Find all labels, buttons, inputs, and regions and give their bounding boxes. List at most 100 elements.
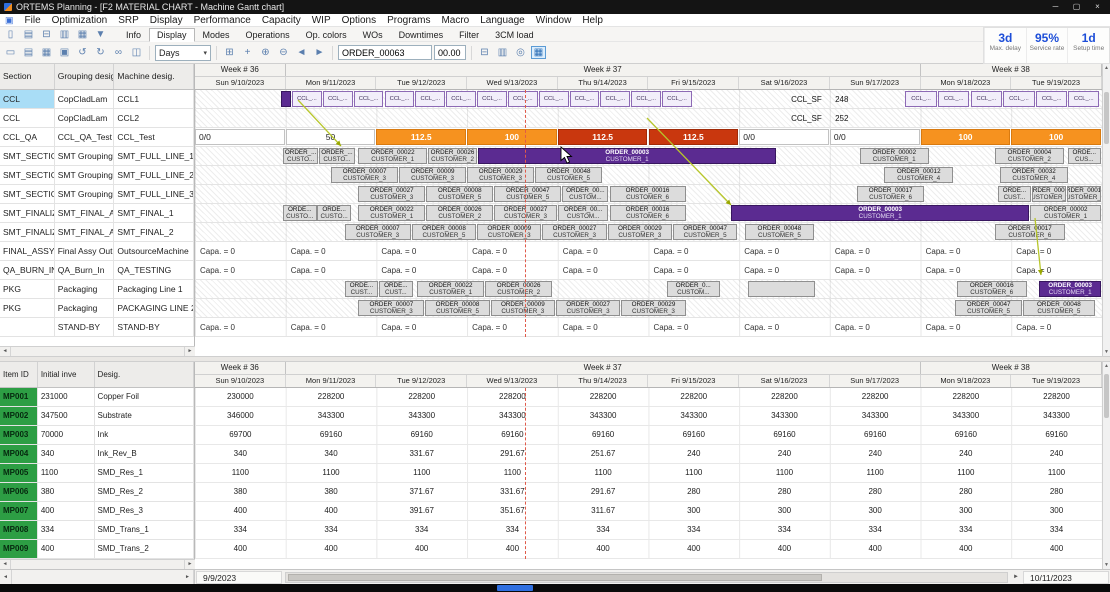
inventory-row[interactable]: MP00370000Ink bbox=[0, 426, 194, 445]
inventory-table-hscrollbar[interactable]: ◄ ► bbox=[0, 559, 195, 569]
order-bar[interactable]: ORDER_00022CUSTOMER_1 bbox=[358, 148, 427, 164]
order-bar[interactable]: ORDER_00008CUSTOMER_5 bbox=[426, 186, 493, 202]
order-bar[interactable]: ORDER_00016CUSTOMER_6 bbox=[957, 281, 1027, 297]
order-bar[interactable]: CCL_... bbox=[415, 91, 445, 107]
scroll-up-icon[interactable]: ▲ bbox=[1103, 64, 1110, 72]
column-header-section[interactable]: Section bbox=[0, 64, 55, 89]
order-bar[interactable]: ORDER_00007CUSTOMER_3 bbox=[358, 300, 424, 316]
order-bar[interactable]: CCL_... bbox=[1036, 91, 1068, 107]
order-bar[interactable]: ORDER_00017CUSTOMER_6 bbox=[857, 186, 924, 202]
order-bar[interactable]: ORDER_00029CUSTOMER_3 bbox=[467, 167, 534, 183]
menu-item-display[interactable]: Display bbox=[150, 15, 183, 26]
order-bar[interactable]: ORDER_00032CUSTOMER_4 bbox=[1000, 167, 1069, 183]
order-bar[interactable]: ORDER_00022CUSTOMER_1 bbox=[358, 205, 425, 221]
order-bar-selected[interactable]: ORDER_00003CUSTOMER_1 bbox=[478, 148, 776, 164]
menu-item-wip[interactable]: WIP bbox=[312, 15, 331, 26]
prev-order-icon[interactable]: ◄ bbox=[294, 46, 309, 59]
undo-icon[interactable]: ↺ bbox=[75, 46, 90, 59]
zoom-out-icon[interactable]: ⊖ bbox=[276, 46, 291, 59]
order-bar[interactable]: CCL_SF 248 bbox=[789, 91, 888, 107]
capacity-cell[interactable]: 100 bbox=[467, 129, 557, 145]
scroll-up-icon[interactable]: ▲ bbox=[1103, 362, 1110, 370]
tab-operations[interactable]: Operations bbox=[238, 28, 298, 42]
menu-item-optimization[interactable]: Optimization bbox=[52, 15, 108, 26]
tab-op-colors[interactable]: Op. colors bbox=[298, 28, 355, 42]
order-bar[interactable]: CCL_... bbox=[539, 91, 569, 107]
maximize-button[interactable]: ▢ bbox=[1068, 1, 1085, 13]
order-bar[interactable]: CCL_... bbox=[385, 91, 415, 107]
order-bar[interactable]: ORDER_00029CUSTOMER_3 bbox=[608, 224, 672, 240]
timeline-hscrollbar[interactable] bbox=[285, 572, 1008, 583]
order-bar[interactable]: CCL_... bbox=[905, 91, 937, 107]
machine-row[interactable]: CCLCopCladLamCCL1 bbox=[0, 90, 194, 109]
machine-row[interactable]: FINAL_ASSY_OUTFinal Assy OutOutsourceMac… bbox=[0, 242, 194, 261]
highlight-mode-icon[interactable]: ▦ bbox=[531, 46, 546, 59]
order-bar[interactable]: ORDER_00022CUSTOMER_1 bbox=[417, 281, 484, 297]
column-header-grouping-desig[interactable]: Grouping desig. bbox=[55, 64, 115, 89]
order-bar[interactable]: CCL_... bbox=[1068, 91, 1099, 107]
scroll-right-icon[interactable]: ► bbox=[184, 347, 195, 356]
order-bar[interactable]: CCL_... bbox=[477, 91, 507, 107]
order-bar[interactable]: ORDER_...CUSTO... bbox=[283, 148, 318, 164]
scrollbar-track[interactable] bbox=[12, 570, 182, 584]
order-bar[interactable]: ORDER_00008CUSTOMER_5 bbox=[412, 224, 476, 240]
center-on-icon[interactable]: ◎ bbox=[513, 46, 528, 59]
capacity-cell[interactable]: 100 bbox=[1011, 129, 1101, 145]
capacity-cell[interactable]: 0/0 bbox=[195, 129, 285, 145]
order-bar[interactable]: ORDER_00027CUSTOMER_3 bbox=[358, 186, 425, 202]
machine-row[interactable]: CCLCopCladLamCCL2 bbox=[0, 109, 194, 128]
save-icon[interactable]: ▤ bbox=[21, 28, 36, 41]
machine-row[interactable]: STAND-BYSTAND-BY bbox=[0, 318, 194, 337]
inventory-row[interactable]: MP006380SMD_Res_2 bbox=[0, 483, 194, 502]
next-order-icon[interactable]: ► bbox=[312, 46, 327, 59]
print-icon[interactable]: ⊟ bbox=[39, 28, 54, 41]
capacity-cell[interactable]: 112.5 bbox=[558, 129, 648, 145]
order-bar[interactable]: CCL_... bbox=[354, 91, 384, 107]
order-bar[interactable]: CCL_... bbox=[938, 91, 970, 107]
scrollbar-thumb[interactable] bbox=[288, 574, 822, 581]
machine-row[interactable]: SMT_SECTION_1SMT Grouping 1SMT_FULL_LINE… bbox=[0, 166, 194, 185]
order-bar[interactable]: ORDE...CUS... bbox=[1068, 148, 1102, 164]
order-bar[interactable]: ORDER_00017CUSTOMER_6 bbox=[995, 224, 1065, 240]
filter-icon[interactable]: ▼ bbox=[93, 28, 108, 41]
tab-filter[interactable]: Filter bbox=[451, 28, 487, 42]
scroll-right-icon[interactable]: ► bbox=[1010, 574, 1022, 580]
order-bar[interactable]: CCL_... bbox=[600, 91, 630, 107]
order-bar[interactable]: ORDER_00008CUSTOMER_5 bbox=[425, 300, 489, 316]
capacity-cell[interactable]: 112.5 bbox=[649, 129, 739, 145]
menu-item-file[interactable]: File bbox=[25, 15, 41, 26]
order-bar[interactable]: CCL_... bbox=[1003, 91, 1035, 107]
report-icon[interactable]: ▥ bbox=[57, 28, 72, 41]
order-bar[interactable]: ORDER_00026CUSTOMER_2 bbox=[426, 205, 493, 221]
machine-row[interactable]: PKGPackagingPACKAGING LINE 2 bbox=[0, 299, 194, 318]
column-header-machine-desig[interactable]: Machine desig. bbox=[114, 64, 194, 89]
time-offset-input[interactable] bbox=[434, 45, 466, 60]
machine-row[interactable]: SMT_FINALIZESMT_FINAL_ASSYSMT_FINAL_1 bbox=[0, 204, 194, 223]
chart-icon[interactable]: ▦ bbox=[75, 28, 90, 41]
order-bar[interactable]: ORDER_00026CUSTOMER_2 bbox=[485, 281, 552, 297]
tab-downtimes[interactable]: Downtimes bbox=[391, 28, 452, 42]
machine-table-hscrollbar[interactable]: ◄ ► bbox=[0, 346, 195, 356]
inventory-row[interactable]: MP002347500Substrate bbox=[0, 407, 194, 426]
order-bar[interactable]: ORDER_00026CUSTOMER_2 bbox=[428, 148, 477, 164]
scroll-left-icon[interactable]: ◄ bbox=[0, 560, 11, 569]
inventory-row[interactable]: MP009400SMD_Trans_2 bbox=[0, 540, 194, 559]
tab-wos[interactable]: WOs bbox=[355, 28, 391, 42]
tab-display[interactable]: Display bbox=[149, 28, 195, 42]
inventory-row[interactable]: MP0051100SMD_Res_1 bbox=[0, 464, 194, 483]
split-view-icon[interactable]: ◫ bbox=[129, 46, 144, 59]
columns-icon[interactable]: ▥ bbox=[495, 46, 510, 59]
menu-item-help[interactable]: Help bbox=[582, 15, 603, 26]
calendar-icon[interactable]: ▣ bbox=[57, 46, 72, 59]
menu-item-macro[interactable]: Macro bbox=[441, 15, 469, 26]
load-view-icon[interactable]: ▦ bbox=[39, 46, 54, 59]
order-bar[interactable]: ORDER_00009CUSTOMER_3 bbox=[491, 300, 555, 316]
order-bar[interactable]: ORDER_00048CUSTOMER_5 bbox=[535, 167, 602, 183]
order-bar[interactable]: CCL_SF 252 bbox=[789, 110, 888, 126]
menu-item-programs[interactable]: Programs bbox=[387, 15, 430, 26]
scrollbar-track[interactable] bbox=[11, 560, 184, 569]
order-bar[interactable]: CCL_... bbox=[971, 91, 1003, 107]
scrollbar-track[interactable] bbox=[11, 347, 184, 356]
menu-item-srp[interactable]: SRP bbox=[118, 15, 139, 26]
order-bar[interactable]: ORDER_00027CUSTOMER_3 bbox=[556, 300, 620, 316]
